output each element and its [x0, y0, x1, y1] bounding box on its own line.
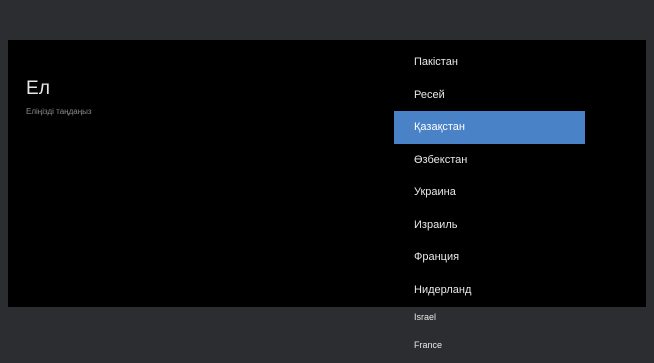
country-list: Пакістан Ресей Қазақстан Өзбекстан Украи… [394, 46, 585, 306]
country-option-kazakhstan[interactable]: Қазақстан [394, 111, 585, 144]
country-option-israel[interactable]: Израиль [394, 209, 585, 242]
country-option-france[interactable]: Франция [394, 241, 585, 274]
country-option-russia[interactable]: Ресей [394, 79, 585, 112]
country-option-uzbekistan[interactable]: Өзбекстан [394, 144, 585, 177]
tv-screen: Ел Еліңізді таңдаңыз Пакістан Ресей Қаза… [0, 0, 654, 363]
country-option-netherlands[interactable]: Нидерланд [394, 274, 585, 307]
settings-header: Ел Еліңізді таңдаңыз [26, 78, 92, 117]
page-title: Ел [26, 78, 51, 99]
country-option-pakistan[interactable]: Пакістан [394, 46, 585, 79]
page-subtitle: Еліңізді таңдаңыз [26, 107, 92, 116]
country-option-ukraine[interactable]: Украина [394, 176, 585, 209]
background-option-israel[interactable]: Israel [394, 307, 585, 335]
background-option-france[interactable]: France [394, 335, 585, 363]
background-country-list: Israel France [394, 307, 585, 363]
